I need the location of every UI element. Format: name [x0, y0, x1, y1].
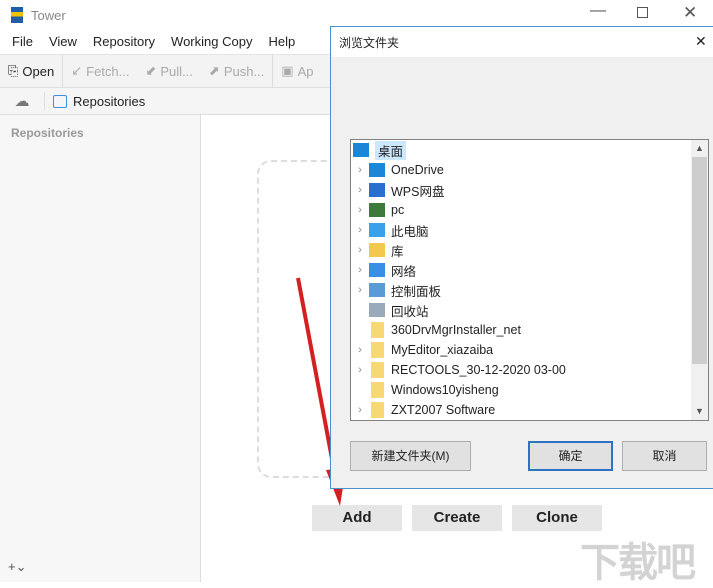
- tree-item-label: Windows10yisheng: [391, 383, 499, 397]
- folder-tree[interactable]: 桌面 › OneDrive › WPS网盘 › pc › 此电脑 › 库 › 网络 › 控制面板 回收站 36…: [350, 139, 709, 421]
- watermark: 下载吧: [580, 541, 696, 585]
- sidebar-heading: Repositories: [11, 126, 84, 140]
- browse-folder-dialog: 浏览文件夹 ✕ 桌面 › OneDrive › WPS网盘 › pc › 此电脑 › 库 › 网络 › 控…: [330, 26, 713, 489]
- tree-item-label: 库: [391, 244, 404, 259]
- sidebar: Repositories +⌄: [0, 115, 201, 582]
- tree-item[interactable]: › 库: [351, 240, 404, 260]
- tree-item[interactable]: › OneDrive: [351, 160, 444, 180]
- tree-item[interactable]: › ZXT2007 Software: [351, 400, 495, 420]
- wps-cloud-icon: [369, 183, 385, 197]
- push-icon: ⬈: [208, 63, 220, 78]
- expand-chevron-icon[interactable]: ›: [351, 164, 369, 176]
- stash-icon: ▣: [281, 63, 294, 78]
- folder-icon: [371, 342, 384, 358]
- user-icon: [369, 203, 385, 217]
- maximize-button[interactable]: [637, 7, 648, 18]
- dialog-close-button[interactable]: ✕: [695, 33, 707, 50]
- tree-item-label: 360DrvMgrInstaller_net: [391, 323, 521, 337]
- computer-icon: [369, 223, 385, 237]
- expand-chevron-icon[interactable]: ›: [351, 404, 369, 416]
- library-icon: [369, 243, 385, 257]
- tree-item-label: 此电脑: [391, 224, 429, 239]
- menu-file[interactable]: File: [4, 32, 41, 54]
- menu-repository[interactable]: Repository: [85, 32, 163, 54]
- create-button[interactable]: Create: [412, 505, 502, 531]
- tree-item[interactable]: 回收站: [351, 300, 429, 320]
- expand-chevron-icon[interactable]: ›: [351, 244, 369, 256]
- tree-item-label: MyEditor_xiazaiba: [391, 343, 494, 357]
- tree-item[interactable]: Windows10yisheng: [351, 380, 499, 400]
- pull-button[interactable]: ⬋ Pull...: [137, 55, 200, 87]
- cancel-button[interactable]: 取消: [622, 441, 707, 471]
- expand-chevron-icon[interactable]: ›: [351, 284, 369, 296]
- minimize-button[interactable]: —: [590, 2, 606, 20]
- tree-item-label: pc: [391, 203, 405, 217]
- add-menu-button[interactable]: +⌄: [8, 559, 26, 575]
- scroll-down-button[interactable]: ▼: [691, 403, 708, 420]
- cloud-icon[interactable]: ☁: [0, 92, 45, 110]
- tree-item-label: 网络: [391, 264, 417, 279]
- tree-item[interactable]: › WPS网盘: [351, 180, 444, 200]
- expand-chevron-icon[interactable]: ›: [351, 344, 369, 356]
- apply-button[interactable]: ▣ Ap: [273, 55, 321, 87]
- folder-icon: [371, 362, 384, 378]
- expand-chevron-icon[interactable]: ›: [351, 364, 369, 376]
- expand-chevron-icon[interactable]: ›: [351, 224, 369, 236]
- dialog-title-bar: 浏览文件夹 ✕: [331, 27, 713, 57]
- scroll-up-button[interactable]: ▲: [691, 140, 708, 157]
- window-title: Tower: [31, 8, 66, 23]
- tree-item-label: 控制面板: [391, 284, 442, 299]
- folder-icon: [371, 382, 384, 398]
- tree-item-label: ZXT2007 Software: [391, 403, 496, 417]
- tower-logo-icon: [11, 7, 23, 23]
- menu-view[interactable]: View: [41, 32, 85, 54]
- tree-item[interactable]: › MyEditor_xiazaiba: [351, 340, 493, 360]
- expand-chevron-icon[interactable]: ›: [351, 264, 369, 276]
- pull-icon: ⬋: [145, 63, 157, 78]
- menu-working-copy[interactable]: Working Copy: [163, 32, 260, 54]
- tree-item-label: OneDrive: [391, 163, 444, 177]
- tree-item-label: RECTOOLS_30-12-2020 03-00: [391, 363, 566, 377]
- fetch-button[interactable]: ↙ Fetch...: [63, 55, 137, 87]
- control-panel-icon: [369, 283, 385, 297]
- expand-chevron-icon[interactable]: ›: [351, 204, 369, 216]
- tree-item[interactable]: › RECTOOLS_30-12-2020 03-00: [351, 360, 566, 380]
- network-icon: [369, 263, 385, 277]
- cloud-icon: [369, 163, 385, 177]
- tree-item[interactable]: › 此电脑: [351, 220, 429, 240]
- push-button[interactable]: ⬈ Push...: [201, 55, 272, 87]
- ok-button[interactable]: 确定: [528, 441, 613, 471]
- menu-help[interactable]: Help: [260, 32, 303, 54]
- folder-icon: [371, 322, 384, 338]
- expand-chevron-icon[interactable]: ›: [351, 184, 369, 196]
- folder-icon: [371, 402, 384, 418]
- tree-item-desktop[interactable]: 桌面: [351, 140, 407, 160]
- open-button[interactable]: ⎘ Open: [0, 55, 62, 87]
- scroll-thumb[interactable]: [692, 157, 707, 364]
- clone-button[interactable]: Clone: [512, 505, 602, 531]
- scrollbar[interactable]: ▲ ▼: [691, 140, 708, 420]
- desktop-icon: [353, 143, 369, 157]
- tree-item[interactable]: › 控制面板: [351, 280, 441, 300]
- tree-item-label: WPS网盘: [391, 184, 445, 199]
- drive-icon: [53, 94, 67, 108]
- close-button[interactable]: ✕: [683, 3, 697, 23]
- dialog-title: 浏览文件夹: [339, 35, 400, 50]
- fetch-icon: ↙: [71, 63, 83, 78]
- tree-item[interactable]: 360DrvMgrInstaller_net: [351, 320, 521, 340]
- tree-item[interactable]: › 网络: [351, 260, 416, 280]
- recycle-bin-icon: [369, 303, 385, 317]
- open-icon: ⎘: [8, 63, 19, 78]
- tree-item-label: 回收站: [391, 304, 429, 319]
- tree-item[interactable]: › pc: [351, 200, 404, 220]
- new-folder-button[interactable]: 新建文件夹(M): [350, 441, 471, 471]
- tab-repositories[interactable]: Repositories: [45, 94, 145, 109]
